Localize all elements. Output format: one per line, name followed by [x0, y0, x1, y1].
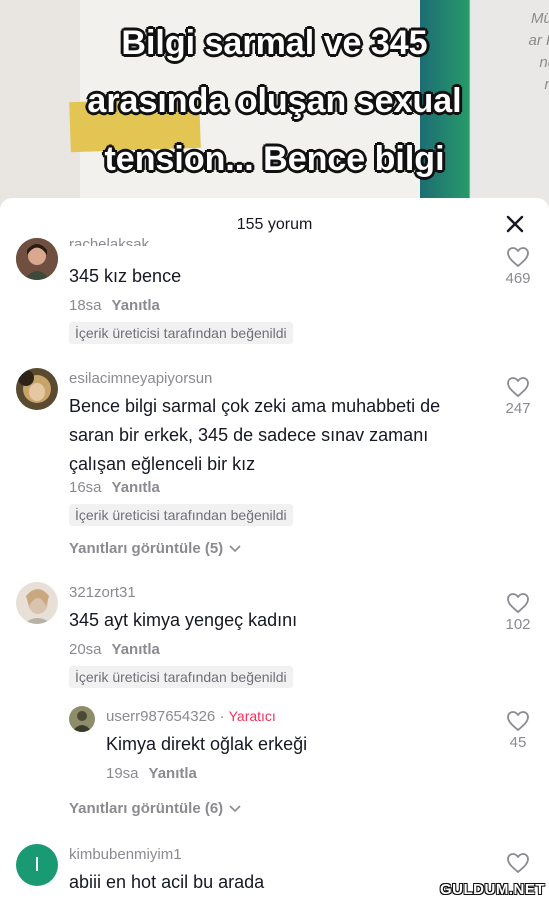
avatar[interactable] [16, 368, 58, 410]
comment-meta: 16sa Yanıtla [69, 479, 160, 496]
watermark: GULDUM.NET [440, 881, 545, 898]
comments-sheet: 155 yorum rachelaksak 345 kız bence 18sa… [0, 198, 549, 900]
comment-item: rachelaksak 345 kız bence 18sa Yanıtla İç… [0, 236, 549, 352]
comment-count: 155 yorum [236, 216, 313, 233]
heart-icon [507, 377, 529, 397]
creator-liked-badge: İçerik üreticisi tarafından beğenildi [69, 504, 293, 526]
separator-dot: · [219, 708, 225, 725]
reply-meta: 19sa Yanıtla [106, 765, 197, 782]
reply-like-button[interactable]: 45 [498, 710, 538, 751]
chevron-down-icon [229, 545, 241, 553]
like-button[interactable] [498, 852, 538, 874]
comment-time: 16sa [69, 479, 102, 496]
like-button[interactable]: 247 [498, 376, 538, 417]
reply-button[interactable]: Yanıtla [112, 641, 160, 658]
comment-meta: 18sa Yanıtla [69, 297, 160, 314]
comment-item: 321zort31 345 ayt kimya yengeç kadını 20… [0, 582, 549, 822]
like-button[interactable]: 102 [498, 592, 538, 633]
like-count: 247 [505, 400, 531, 417]
comment-meta: 20sa Yanıtla [69, 641, 160, 658]
view-replies-label: Yanıtları görüntüle (6) [69, 800, 224, 817]
comment-username[interactable]: kimbubenmiyim1 [69, 846, 182, 863]
avatar[interactable]: I [16, 844, 58, 886]
heart-icon [507, 247, 529, 267]
comment-text: 345 ayt kimya yengeç kadını [69, 610, 298, 630]
like-button[interactable]: 469 [498, 246, 538, 287]
like-count: 102 [505, 616, 531, 633]
avatar[interactable] [16, 582, 58, 624]
creator-liked-badge: İçerik üreticisi tarafından beğenildi [69, 666, 293, 688]
video-caption-overlay: Bilgi sarmal ve 345 arasında oluşan sexu… [0, 14, 549, 188]
comment-text-line: saran bir erkek, 345 de sadece sınav zam… [69, 425, 429, 445]
comment-time: 20sa [69, 641, 102, 658]
like-count: 469 [505, 270, 531, 287]
view-replies-button[interactable]: Yanıtları görüntüle (6) [69, 800, 241, 817]
reply-time: 19sa [106, 765, 139, 782]
reply-button[interactable]: Yanıtla [112, 479, 160, 496]
heart-icon [507, 853, 529, 873]
comment-item: esilacimneyapiyorsun Bence bilgi sarmal … [0, 366, 549, 566]
close-button[interactable] [503, 212, 527, 236]
heart-icon [507, 711, 529, 731]
view-replies-label: Yanıtları görüntüle (5) [69, 540, 224, 557]
close-icon [506, 215, 524, 233]
caption-line: arasında oluşan sexual [87, 82, 462, 120]
comment-text-line: Bence bilgi sarmal çok zeki ama muhabbet… [69, 396, 441, 416]
creator-liked-badge: İçerik üreticisi tarafından beğenildi [69, 322, 293, 344]
comment-username[interactable]: esilacimneyapiyorsun [69, 370, 212, 387]
reply-avatar[interactable] [69, 706, 95, 732]
comment-time: 18sa [69, 297, 102, 314]
reply-username[interactable]: userr987654326 [106, 708, 215, 725]
like-count: 45 [509, 734, 527, 751]
comment-username[interactable]: rachelaksak [69, 236, 149, 246]
chevron-down-icon [229, 805, 241, 813]
comment-text-line: çalışan eğlenceli bir kız [69, 454, 256, 474]
heart-icon [507, 593, 529, 613]
comment-text: abiii en hot acil bu arada [69, 872, 265, 892]
view-replies-button[interactable]: Yanıtları görüntüle (5) [69, 540, 241, 557]
creator-badge: Yaratıcı [228, 708, 276, 724]
video-background: Müf ar K nu ni Bilgi sarmal ve 345 arası… [0, 0, 549, 215]
reply-button[interactable]: Yanıtla [112, 297, 160, 314]
avatar[interactable] [16, 238, 58, 280]
caption-line: tension... Bence bilgi [104, 140, 445, 178]
reply-username-row: userr987654326 · Yaratıcı [106, 708, 276, 725]
comment-username[interactable]: 321zort31 [69, 584, 136, 601]
comment-text: Bence bilgi sarmal çok zeki ama muhabbet… [69, 392, 440, 479]
comment-text: 345 kız bence [69, 266, 182, 286]
reply-button[interactable]: Yanıtla [149, 765, 197, 782]
reply-text: Kimya direkt oğlak erkeği [106, 734, 308, 754]
caption-line: Bilgi sarmal ve 345 [121, 24, 428, 62]
